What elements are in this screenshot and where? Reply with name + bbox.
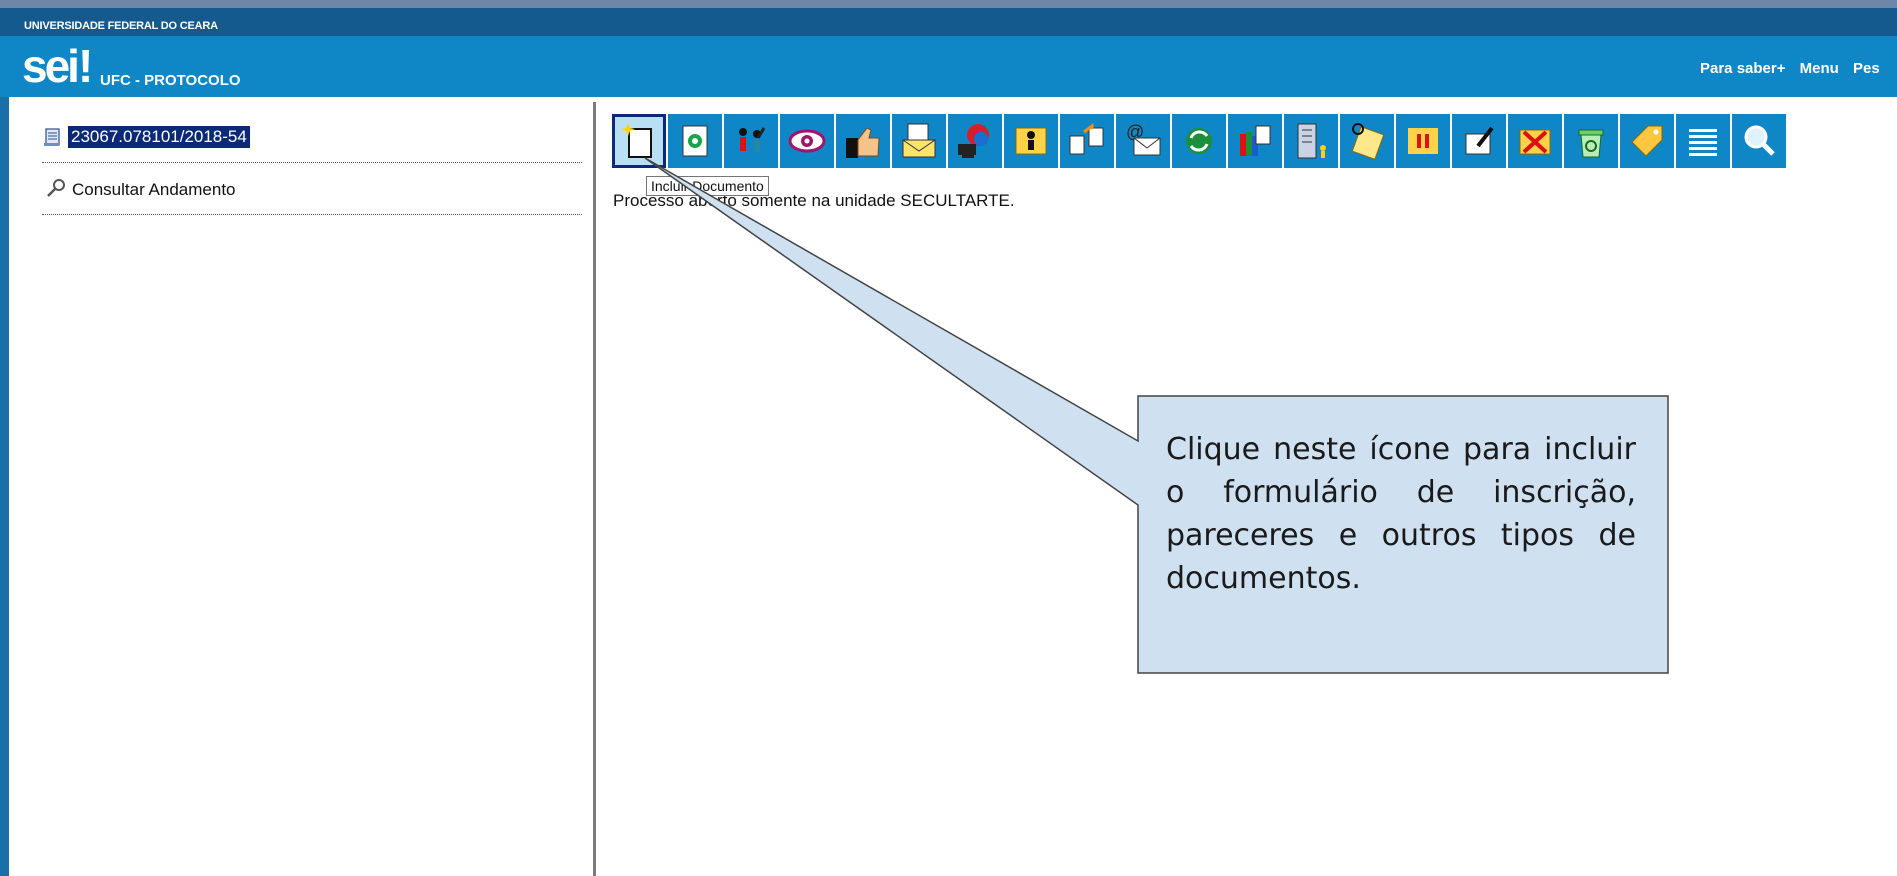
scanned-document-button[interactable] (668, 114, 722, 168)
send-email-button[interactable]: @ (1116, 114, 1170, 168)
update-button[interactable] (1172, 114, 1226, 168)
frame-divider[interactable] (593, 102, 596, 876)
tree-row-process: 23067.078101/2018-54 (42, 126, 582, 163)
sei-logo[interactable]: sei! (22, 40, 93, 92)
window-top-strip (0, 0, 1897, 8)
list-button[interactable] (1676, 114, 1730, 168)
delete-button[interactable] (1564, 114, 1618, 168)
suspend-button[interactable] (1396, 114, 1450, 168)
pen-paper-icon (1465, 126, 1494, 155)
at-email-icon: @ (1126, 122, 1161, 156)
globe-computer-icon (958, 124, 989, 158)
envelope-document-icon (902, 123, 936, 158)
logo-text: sei (22, 40, 80, 92)
new-document-icon (621, 123, 652, 158)
conclude-button[interactable] (1508, 114, 1562, 168)
building-icon (1297, 123, 1326, 159)
search-button[interactable] (1732, 114, 1786, 168)
tree-divider (42, 214, 582, 215)
send-document-button[interactable] (892, 114, 946, 168)
list-icon (1689, 129, 1717, 156)
tag-icon (1631, 125, 1663, 157)
process-toolbar: @ (612, 114, 1786, 170)
app-header: sei! UFC - PROTOCOLO Para saber+ Menu Pe… (0, 36, 1897, 97)
books-icon (1240, 125, 1271, 156)
search-icon (1744, 125, 1775, 156)
logo-mark: ! (77, 40, 93, 92)
org-name: UNIVERSIDADE FEDERAL DO CEARA (24, 20, 218, 32)
consult-progress-link[interactable]: Consultar Andamento (72, 180, 236, 200)
refresh-icon (1186, 128, 1212, 154)
relate-process-button[interactable] (1060, 114, 1114, 168)
search-link[interactable]: Pes (1853, 60, 1880, 77)
help-link[interactable]: Para saber+ (1700, 60, 1785, 77)
system-name: UFC - PROTOCOLO (100, 72, 241, 89)
scanned-document-icon (682, 125, 708, 157)
menu-link[interactable]: Menu (1800, 60, 1839, 77)
process-document-icon (44, 128, 60, 146)
magnifier-key-icon (47, 179, 65, 197)
annotate-button[interactable] (1452, 114, 1506, 168)
view-button[interactable] (780, 114, 834, 168)
tooltip: Incluir Documento (646, 176, 769, 196)
assign-button[interactable] (1004, 114, 1058, 168)
process-number-link[interactable]: 23067.078101/2018-54 (68, 126, 250, 148)
org-bar: UNIVERSIDADE FEDERAL DO CEARA (0, 8, 1897, 36)
folder-person-icon (1015, 127, 1047, 155)
recycle-bin-icon (1578, 129, 1604, 158)
new-document-button[interactable] (612, 114, 666, 168)
send-process-button[interactable] (948, 114, 1002, 168)
people-icon (739, 127, 766, 152)
callout-text: Clique neste ícone para incluir o formul… (1166, 432, 1636, 596)
signature-icon (1351, 123, 1385, 160)
pause-icon (1408, 128, 1438, 154)
eye-icon (788, 129, 826, 153)
unit-button[interactable] (1284, 114, 1338, 168)
marker-button[interactable] (1620, 114, 1674, 168)
people-button[interactable] (724, 114, 778, 168)
folder-cancel-icon (1519, 129, 1551, 155)
left-frame-border (0, 97, 9, 876)
process-tree: 23067.078101/2018-54 Consultar Andamento (42, 126, 582, 215)
archive-button[interactable] (1228, 114, 1282, 168)
document-transfer-icon (1069, 123, 1104, 155)
sign-button[interactable] (1340, 114, 1394, 168)
header-links: Para saber+ Menu Pes (1700, 60, 1890, 77)
thumbs-up-icon (846, 127, 880, 158)
approve-button[interactable] (836, 114, 890, 168)
